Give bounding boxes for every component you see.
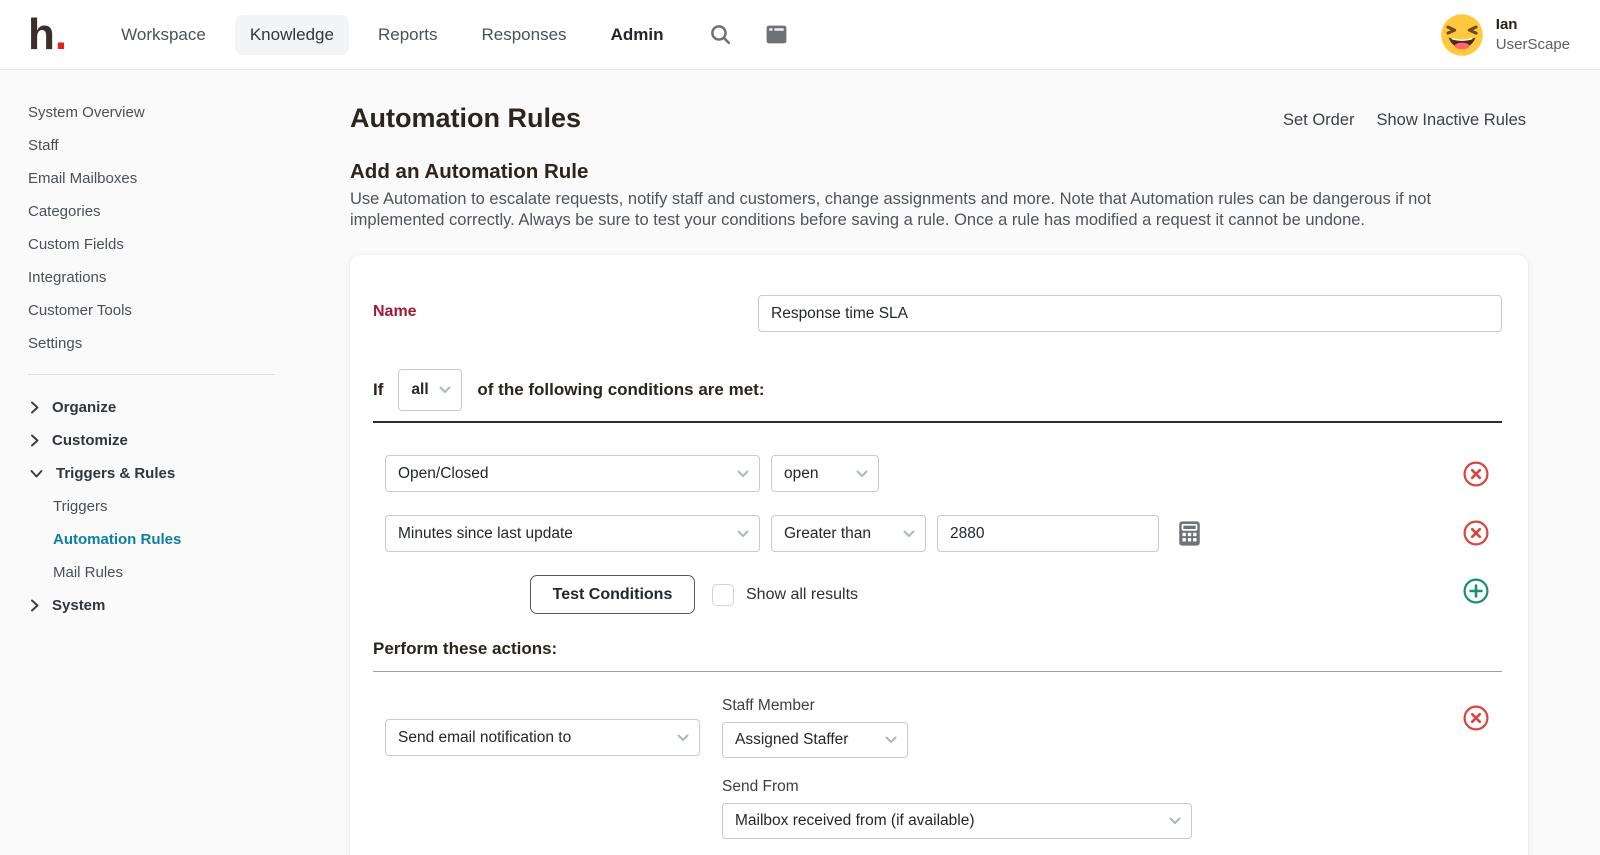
user-name: Ian (1496, 15, 1570, 35)
user-menu[interactable]: Ian UserScape (1440, 13, 1570, 57)
delete-action-icon[interactable] (1463, 705, 1489, 731)
if-suffix-label: of the following conditions are met: (477, 380, 764, 400)
show-inactive-rules-link[interactable]: Show Inactive Rules (1377, 111, 1527, 130)
admin-sidebar: System Overview Staff Email Mailboxes Ca… (0, 70, 335, 855)
staff-member-label: Staff Member (722, 697, 1192, 715)
rule-name-input[interactable] (758, 295, 1502, 332)
actions-divider (373, 671, 1502, 672)
match-type-value: all (411, 381, 428, 399)
chevron-right-icon (30, 599, 39, 612)
staff-member-value: Assigned Staffer (735, 731, 848, 749)
chevron-right-icon (30, 434, 39, 447)
name-label: Name (373, 303, 417, 321)
show-all-results-label: Show all results (746, 586, 858, 604)
sidebar-item-system-overview[interactable]: System Overview (0, 96, 335, 129)
delete-condition-icon[interactable] (1463, 461, 1489, 487)
sidebar-item-mail-rules[interactable]: Mail Rules (0, 556, 335, 589)
condition-field-select[interactable]: Open/Closed (385, 455, 760, 492)
nav-responses[interactable]: Responses (467, 15, 582, 55)
sidebar-item-custom-fields[interactable]: Custom Fields (0, 228, 335, 261)
sidebar-item-integrations[interactable]: Integrations (0, 261, 335, 294)
sidebar-item-email-mailboxes[interactable]: Email Mailboxes (0, 162, 335, 195)
calculator-icon[interactable] (1175, 519, 1204, 548)
chevron-down-icon (903, 530, 915, 538)
chevron-right-icon (30, 401, 39, 414)
set-order-link[interactable]: Set Order (1283, 111, 1355, 130)
sidebar-section-triggers-rules[interactable]: Triggers & Rules (0, 457, 335, 490)
sidebar-section-label: Customize (52, 432, 128, 449)
nav-admin[interactable]: Admin (596, 15, 679, 55)
show-all-results-checkbox[interactable] (712, 584, 734, 606)
chevron-down-icon (1169, 817, 1181, 825)
add-condition-icon[interactable] (1463, 578, 1489, 604)
delete-condition-icon[interactable] (1463, 520, 1489, 546)
top-navigation: h. Workspace Knowledge Reports Responses… (0, 0, 1600, 70)
action-row: Send email notification to Staff Member … (385, 697, 1192, 839)
conditions-divider (373, 421, 1502, 423)
main-content: Automation Rules Set Order Show Inactive… (350, 70, 1600, 855)
page-header-links: Set Order Show Inactive Rules (1283, 111, 1526, 130)
chevron-down-icon (885, 736, 897, 744)
chevron-down-icon (677, 734, 689, 742)
condition-row: Open/Closed open (385, 455, 879, 492)
condition-field-value: Open/Closed (398, 465, 488, 483)
primary-nav: Workspace Knowledge Reports Responses Ad… (106, 15, 790, 55)
sidebar-item-staff[interactable]: Staff (0, 129, 335, 162)
chevron-down-icon (856, 470, 868, 478)
action-type-value: Send email notification to (398, 729, 571, 747)
action-parameters: Staff Member Assigned Staffer Send From … (722, 697, 1192, 839)
condition-operator-select[interactable]: open (771, 455, 879, 492)
condition-value-input[interactable] (937, 515, 1159, 552)
sidebar-item-automation-rules[interactable]: Automation Rules (0, 523, 335, 556)
condition-operator-value: open (784, 465, 818, 483)
user-identity: Ian UserScape (1496, 15, 1570, 54)
sidebar-section-customize[interactable]: Customize (0, 424, 335, 457)
chevron-down-icon (439, 386, 451, 394)
logo-dot: . (55, 13, 66, 57)
if-label: If (373, 380, 383, 400)
page-title: Automation Rules (350, 103, 581, 134)
condition-field-select[interactable]: Minutes since last update (385, 515, 760, 552)
staff-member-select[interactable]: Assigned Staffer (722, 722, 908, 758)
condition-match-row: If all of the following conditions are m… (373, 369, 765, 411)
sidebar-section-label: Organize (52, 399, 116, 416)
automation-rule-form-card: Name If all of the following conditions … (350, 255, 1528, 855)
action-type-select[interactable]: Send email notification to (385, 719, 700, 756)
sidebar-divider (28, 374, 275, 375)
logo-letter: h (28, 13, 54, 57)
search-icon[interactable] (708, 22, 733, 47)
send-from-label: Send From (722, 778, 1192, 796)
sidebar-section-label: Triggers & Rules (56, 465, 175, 482)
actions-heading: Perform these actions: (373, 639, 557, 659)
nav-workspace[interactable]: Workspace (106, 15, 221, 55)
helpspot-logo[interactable]: h. (28, 13, 66, 57)
test-conditions-row: Test Conditions Show all results (530, 575, 858, 614)
test-conditions-button[interactable]: Test Conditions (530, 575, 695, 614)
sidebar-item-customer-tools[interactable]: Customer Tools (0, 294, 335, 327)
nav-knowledge[interactable]: Knowledge (235, 15, 349, 55)
send-from-select[interactable]: Mailbox received from (if available) (722, 803, 1192, 839)
sidebar-section-label: System (52, 597, 105, 614)
workspace-switcher-icon[interactable] (763, 22, 790, 47)
user-org: UserScape (1496, 35, 1570, 55)
condition-field-value: Minutes since last update (398, 525, 573, 543)
condition-operator-value: Greater than (784, 525, 871, 543)
automation-rules-page: h. Workspace Knowledge Reports Responses… (0, 0, 1600, 855)
match-type-select[interactable]: all (398, 369, 462, 411)
sidebar-section-organize[interactable]: Organize (0, 391, 335, 424)
condition-row: Minutes since last update Greater than (385, 515, 1204, 552)
sidebar-section-system[interactable]: System (0, 589, 335, 622)
sidebar-item-settings[interactable]: Settings (0, 327, 335, 360)
chevron-down-icon (30, 469, 43, 478)
add-rule-heading: Add an Automation Rule (350, 160, 588, 184)
add-rule-description: Use Automation to escalate requests, not… (350, 189, 1508, 231)
chevron-down-icon (737, 470, 749, 478)
avatar-emoji (1440, 13, 1484, 57)
sidebar-item-triggers[interactable]: Triggers (0, 490, 335, 523)
chevron-down-icon (737, 530, 749, 538)
condition-operator-select[interactable]: Greater than (771, 515, 926, 552)
nav-reports[interactable]: Reports (363, 15, 453, 55)
sidebar-item-categories[interactable]: Categories (0, 195, 335, 228)
send-from-value: Mailbox received from (if available) (735, 812, 974, 830)
